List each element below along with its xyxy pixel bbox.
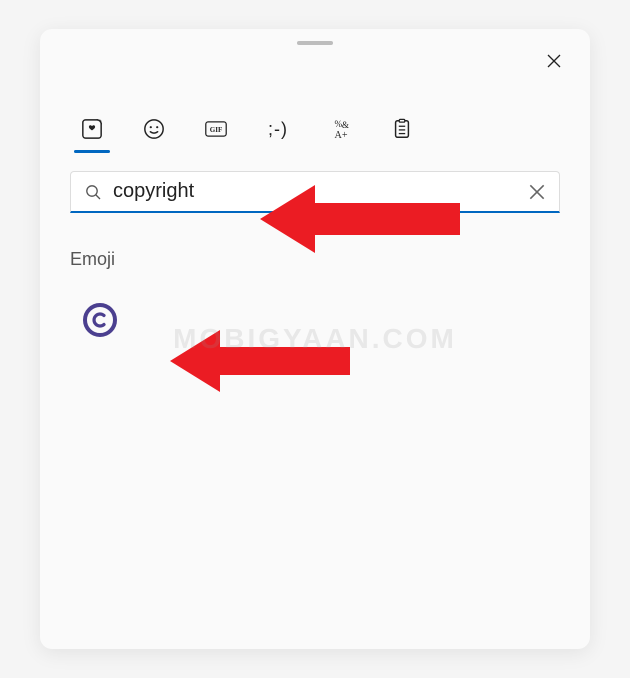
copyright-icon (82, 302, 118, 338)
tab-recent[interactable] (78, 115, 106, 143)
smiley-icon (143, 118, 165, 140)
svg-text:GIF: GIF (210, 126, 223, 134)
clipboard-icon (391, 118, 413, 140)
category-tabs: GIF ;-) %&A+ (78, 115, 560, 143)
close-icon (547, 54, 561, 68)
tab-clipboard[interactable] (388, 115, 416, 143)
clear-search-button[interactable] (529, 184, 545, 200)
search-box[interactable] (70, 171, 560, 213)
x-icon (529, 184, 545, 200)
emoji-picker-panel: GIF ;-) %&A+ Emoji © (40, 29, 590, 649)
tab-kaomoji[interactable]: ;-) (264, 115, 292, 143)
tab-gif[interactable]: GIF (202, 115, 230, 143)
search-icon (85, 184, 101, 200)
section-label-emoji: Emoji (70, 249, 560, 270)
emoji-result-copyright[interactable]: © (78, 298, 122, 342)
gif-icon: GIF (205, 118, 227, 140)
search-container (70, 171, 560, 213)
svg-text:&: & (342, 120, 349, 130)
close-button[interactable] (544, 51, 564, 71)
sticker-heart-icon (81, 118, 103, 140)
tab-emoji[interactable] (140, 115, 168, 143)
svg-text:+: + (342, 130, 348, 140)
annotation-arrow-result (170, 325, 350, 397)
symbols-icon: %&A+ (329, 118, 351, 140)
tab-symbols[interactable]: %&A+ (326, 115, 354, 143)
search-input[interactable] (113, 180, 529, 203)
kaomoji-icon: ;-) (268, 119, 288, 140)
drag-handle[interactable] (297, 41, 333, 45)
